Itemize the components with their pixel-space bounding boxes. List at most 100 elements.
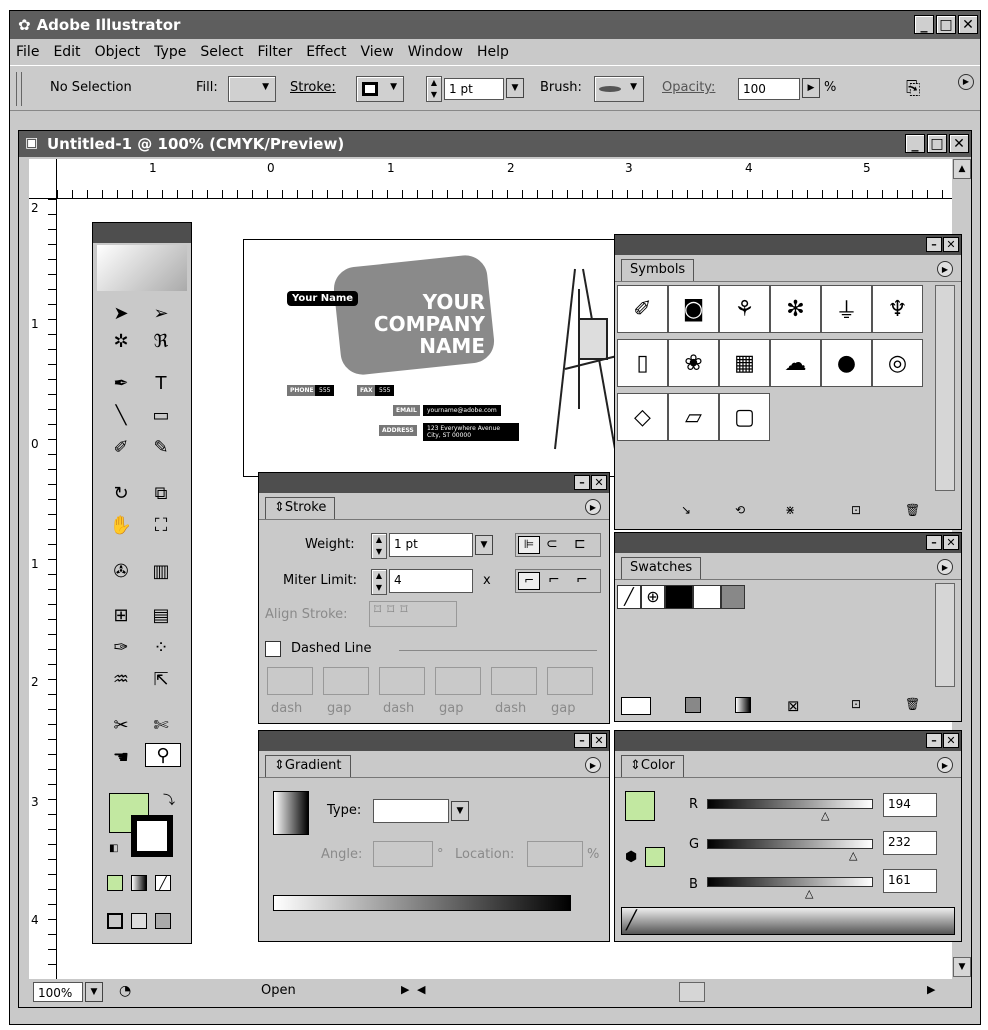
symbol-pencil-icon[interactable]: ● xyxy=(821,339,872,387)
stroke-dropdown[interactable]: ▼ xyxy=(356,76,404,102)
swatch-gray[interactable] xyxy=(721,585,745,609)
swatches-minimize-button[interactable]: – xyxy=(926,535,942,550)
scroll-right-arrow[interactable]: ▶ xyxy=(927,983,935,996)
blend-tool-icon[interactable]: ⁘ xyxy=(143,635,179,659)
color-mode-button[interactable] xyxy=(107,875,123,891)
menu-select[interactable]: Select xyxy=(200,44,243,60)
version-cue-icon[interactable]: ◔ xyxy=(119,983,131,999)
rectangle-tool-icon[interactable]: ▭ xyxy=(143,403,179,427)
menu-edit[interactable]: Edit xyxy=(53,44,80,60)
gamut-color-swatch[interactable] xyxy=(645,847,665,867)
symbol-bristle-icon[interactable]: ⚘ xyxy=(719,285,770,333)
none-mode-button[interactable]: ╱ xyxy=(155,875,171,891)
tools-panel-header[interactable] xyxy=(93,223,191,243)
stroke-weight-field[interactable]: 1 pt xyxy=(389,533,473,557)
doc-minimize-button[interactable]: _ xyxy=(905,134,925,153)
blue-slider-thumb[interactable]: △ xyxy=(805,887,813,900)
weight-stepper[interactable]: ▲ ▼ xyxy=(426,76,442,102)
menu-effect[interactable]: Effect xyxy=(306,44,346,60)
opacity-stepper[interactable]: ▶ xyxy=(802,78,820,98)
green-slider-thumb[interactable]: △ xyxy=(849,849,857,862)
tab-stroke[interactable]: ⇕Stroke xyxy=(265,497,336,519)
stroke-label[interactable]: Stroke: xyxy=(290,80,336,95)
control-menu-icon[interactable]: ▶ xyxy=(958,74,974,90)
opacity-field[interactable]: 100 xyxy=(738,78,800,100)
stroke-weight-stepper[interactable]: ▲ ▼ xyxy=(371,533,387,559)
butt-cap-icon[interactable]: ⊫ xyxy=(518,536,540,554)
menu-filter[interactable]: Filter xyxy=(258,44,293,60)
stroke-close-button[interactable]: ✕ xyxy=(591,475,607,490)
symbol-flower-icon[interactable]: ❀ xyxy=(668,339,719,387)
ruler-origin[interactable] xyxy=(29,159,57,199)
fill-dropdown[interactable]: ▼ xyxy=(228,76,276,102)
stroke-menu-icon[interactable]: ▶ xyxy=(585,499,601,515)
show-pattern-swatches-icon[interactable]: ⊠ xyxy=(787,697,800,715)
pencil-tool-icon[interactable]: ✎ xyxy=(143,435,179,459)
document-setup-icon[interactable]: ⎘ xyxy=(906,78,932,102)
zoom-tool-icon[interactable]: ⚲ xyxy=(145,743,181,767)
show-gradient-swatches-button[interactable] xyxy=(735,697,751,713)
vertical-ruler[interactable]: 2 1 0 1 2 3 4 xyxy=(29,199,57,979)
symbols-close-button[interactable]: ✕ xyxy=(943,237,959,252)
symbol-bulb-icon[interactable]: ♆ xyxy=(872,285,923,333)
swatches-menu-icon[interactable]: ▶ xyxy=(937,559,953,575)
magic-wand-tool-icon[interactable]: ✲ xyxy=(103,329,139,353)
direct-selection-tool-icon[interactable]: ➢ xyxy=(143,301,179,325)
show-swatch-kinds-button[interactable] xyxy=(621,697,651,715)
symbol-sprayer-tool-icon[interactable]: ✇ xyxy=(103,559,139,583)
blue-slider[interactable] xyxy=(707,877,873,887)
bevel-join-icon[interactable]: ⌐ xyxy=(576,572,588,588)
delete-swatch-icon[interactable]: 🗑 xyxy=(905,697,920,711)
color-minimize-button[interactable]: – xyxy=(926,733,942,748)
color-close-button[interactable]: ✕ xyxy=(943,733,959,748)
zoom-dropdown[interactable]: ▼ xyxy=(85,982,103,1002)
close-button[interactable]: ✕ xyxy=(958,15,978,34)
gradient-menu-icon[interactable]: ▶ xyxy=(585,757,601,773)
gradient-slider[interactable] xyxy=(273,895,571,911)
miter-join-icon[interactable]: ⌐ xyxy=(518,572,540,590)
angle-field[interactable] xyxy=(373,841,433,867)
align-stroke-buttons[interactable]: ⌑⌑⌑ xyxy=(369,601,457,627)
gradient-tool-icon[interactable]: ▤ xyxy=(143,603,179,627)
green-value-field[interactable]: 232 xyxy=(883,831,937,855)
scroll-left-arrow[interactable]: ◀ xyxy=(417,983,425,996)
swatch-black[interactable] xyxy=(665,585,693,609)
slice-tool-icon[interactable]: ✂ xyxy=(103,713,139,737)
menu-object[interactable]: Object xyxy=(95,44,141,60)
gap-field-3[interactable] xyxy=(547,667,593,695)
gap-field-1[interactable] xyxy=(323,667,369,695)
status-menu-arrow[interactable]: ▶ xyxy=(401,983,409,996)
weight-field[interactable]: 1 pt xyxy=(444,78,504,100)
gradient-type-dropdown[interactable]: ▼ xyxy=(451,801,469,821)
symbol-disc-icon[interactable]: ◎ xyxy=(872,339,923,387)
symbols-menu-icon[interactable]: ▶ xyxy=(937,261,953,277)
symbol-palette-icon[interactable]: ☁ xyxy=(770,339,821,387)
gradient-mode-button[interactable] xyxy=(131,875,147,891)
projecting-cap-icon[interactable]: ⊏ xyxy=(574,536,586,552)
swatches-scrollbar[interactable] xyxy=(935,583,955,687)
show-color-swatches-button[interactable] xyxy=(685,697,701,713)
symbol-spool-icon[interactable]: ▦ xyxy=(719,339,770,387)
round-join-icon[interactable]: ⌐ xyxy=(548,572,560,588)
location-field[interactable] xyxy=(527,841,583,867)
eyedropper-tool-icon[interactable]: ✑ xyxy=(103,635,139,659)
maximize-button[interactable]: □ xyxy=(936,15,956,34)
zoom-field[interactable]: 100% xyxy=(33,982,83,1002)
mesh-tool-icon[interactable]: ⊞ xyxy=(103,603,139,627)
rotate-tool-icon[interactable]: ↻ xyxy=(103,481,139,505)
normal-screen-mode-icon[interactable] xyxy=(107,913,123,929)
horizontal-scroll-thumb[interactable] xyxy=(679,982,705,1002)
replace-symbol-icon[interactable]: ⟲ xyxy=(735,503,745,517)
tab-swatches[interactable]: Swatches xyxy=(621,557,702,579)
dash-field-1[interactable] xyxy=(267,667,313,695)
symbol-branch-icon[interactable]: ✻ xyxy=(770,285,821,333)
paintbrush-tool-icon[interactable]: ✐ xyxy=(103,435,139,459)
delete-symbol-icon[interactable]: 🗑 xyxy=(905,503,920,517)
scissors-tool-icon[interactable]: ✄ xyxy=(143,713,179,737)
full-screen-menu-mode-icon[interactable] xyxy=(131,913,147,929)
symbol-film-icon[interactable]: ▯ xyxy=(617,339,668,387)
new-symbol-icon[interactable]: ⊡ xyxy=(851,503,861,517)
tab-color[interactable]: ⇕Color xyxy=(621,755,684,777)
grip-handle[interactable] xyxy=(16,72,22,106)
default-colors-icon[interactable]: ◧ xyxy=(109,843,118,854)
